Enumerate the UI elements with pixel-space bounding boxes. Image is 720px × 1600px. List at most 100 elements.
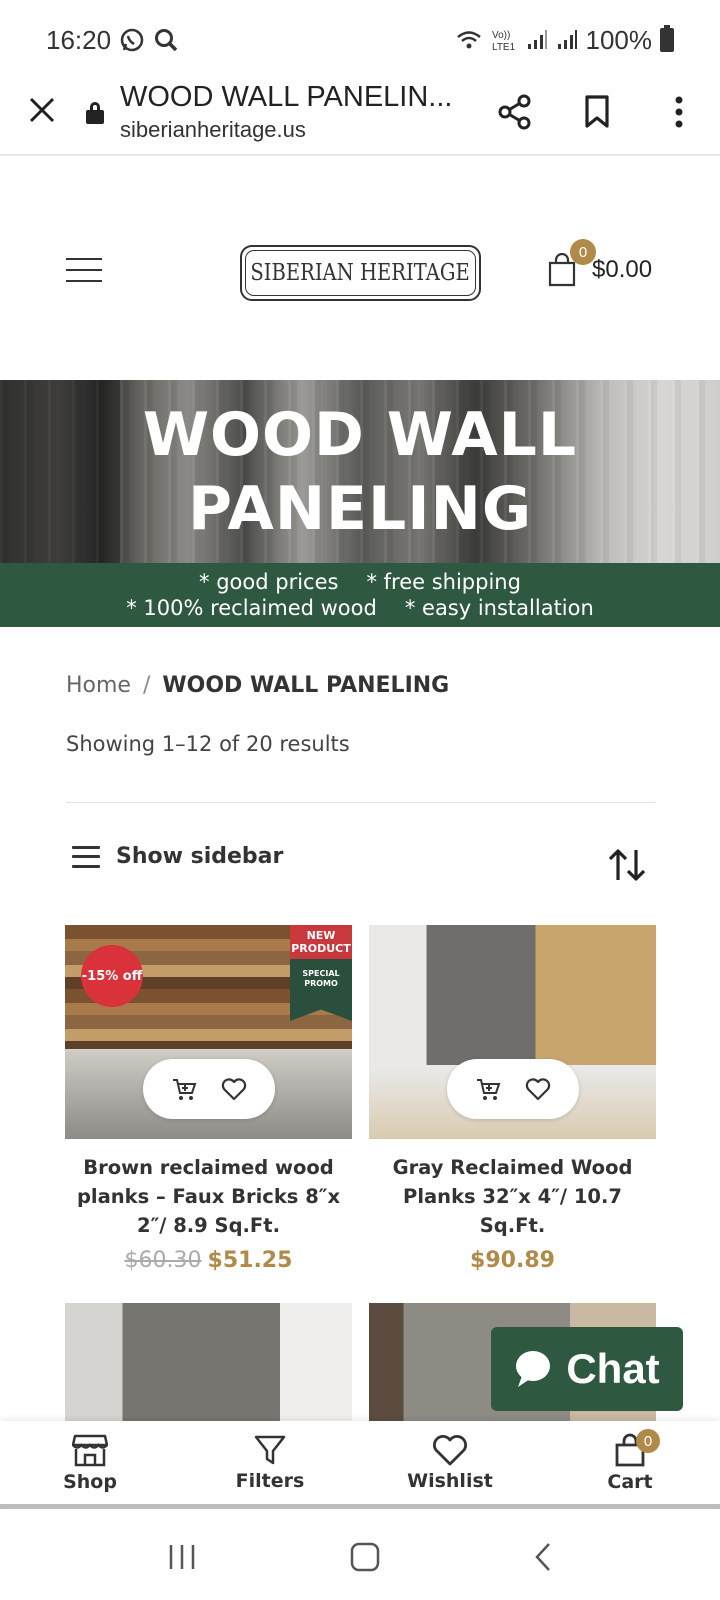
add-to-cart-icon[interactable] bbox=[475, 1076, 501, 1102]
close-tab-button[interactable] bbox=[0, 92, 84, 133]
site-header: SIBERIAN HERITAGE 0 $0.00 bbox=[0, 158, 720, 380]
bookmark-button[interactable] bbox=[556, 95, 638, 129]
feature-text: * easy installation bbox=[404, 596, 594, 620]
sort-button[interactable] bbox=[608, 848, 646, 886]
banner-title: WOOD WALL PANELING bbox=[0, 398, 720, 546]
bookmark-icon bbox=[585, 95, 609, 128]
svg-text:LTE1: LTE1 bbox=[492, 42, 516, 53]
chat-bubble-icon bbox=[516, 1351, 551, 1387]
nav-shop[interactable]: Shop bbox=[0, 1421, 180, 1504]
new-product-label: NEW PRODUCT bbox=[290, 925, 352, 959]
banner-title-line2: PANELING bbox=[187, 474, 533, 544]
url-domain: siberianheritage.us bbox=[120, 116, 306, 142]
back-icon[interactable] bbox=[533, 1542, 553, 1572]
nav-filters-label: Filters bbox=[235, 1469, 305, 1492]
features-row: * 100% reclaimed wood * easy installation bbox=[0, 595, 720, 621]
share-icon bbox=[498, 94, 531, 130]
nav-filters[interactable]: Filters bbox=[180, 1421, 360, 1504]
product-title[interactable]: Gray Reclaimed Wood Planks 32″x 4″/ 10.7… bbox=[369, 1153, 656, 1240]
battery-icon bbox=[660, 25, 674, 52]
browser-toolbar: WOOD WALL PANELIN... siberianheritage.us bbox=[0, 70, 720, 156]
special-promo-label: SPECIAL PROMO bbox=[302, 969, 340, 988]
product-price: $60.30 $51.25 bbox=[65, 1248, 352, 1273]
cart-total: $0.00 bbox=[592, 256, 653, 283]
more-vertical-icon bbox=[675, 96, 683, 128]
breadcrumb: Home / WOOD WALL PANELING bbox=[66, 673, 449, 698]
banner-title-line1: WOOD WALL bbox=[142, 400, 578, 470]
product-image[interactable] bbox=[65, 1303, 352, 1423]
chat-button[interactable]: Chat bbox=[491, 1327, 683, 1411]
old-price: $60.30 bbox=[124, 1248, 202, 1273]
product-card[interactable]: Gray Reclaimed Wood Planks 32″x 4″/ 10.7… bbox=[369, 925, 656, 1273]
site-logo[interactable]: SIBERIAN HERITAGE bbox=[240, 245, 481, 301]
discount-badge: -15% off bbox=[81, 945, 143, 1007]
nav-wishlist[interactable]: Wishlist bbox=[360, 1421, 540, 1504]
product-title[interactable]: Brown reclaimed wood planks – Faux Brick… bbox=[65, 1153, 352, 1240]
status-right: Vo)) LTE1 100% bbox=[456, 24, 674, 56]
shop-icon bbox=[72, 1434, 108, 1466]
promo-ribbon: NEW PRODUCT SPECIAL PROMO bbox=[290, 925, 352, 1021]
feature-text: * 100% reclaimed wood bbox=[126, 596, 377, 620]
filter-icon bbox=[254, 1435, 286, 1464]
feature-text: * good prices bbox=[199, 570, 339, 594]
volte-icon: Vo))LTE1 bbox=[492, 30, 516, 53]
battery-percent: 100% bbox=[585, 24, 653, 55]
search-icon bbox=[155, 29, 178, 52]
features-strip: * good prices * free shipping * 100% recl… bbox=[0, 563, 720, 627]
feature-text: * free shipping bbox=[366, 570, 521, 594]
system-navigation-bar bbox=[0, 1514, 720, 1600]
page-title: WOOD WALL PANELIN... bbox=[120, 80, 453, 113]
nav-shop-label: Shop bbox=[63, 1470, 117, 1493]
wifi-icon bbox=[456, 31, 481, 49]
menu-line bbox=[66, 280, 102, 282]
cart-count-badge: 0 bbox=[636, 1429, 660, 1453]
wishlist-heart-icon[interactable] bbox=[221, 1077, 247, 1101]
menu-button[interactable] bbox=[66, 258, 102, 282]
heart-icon bbox=[433, 1434, 467, 1465]
home-icon[interactable] bbox=[350, 1542, 380, 1572]
sort-icon bbox=[608, 849, 646, 881]
divider bbox=[66, 802, 655, 803]
share-button[interactable] bbox=[474, 94, 556, 130]
product-price: $90.89 bbox=[369, 1248, 656, 1273]
close-icon bbox=[29, 97, 55, 122]
features-row: * good prices * free shipping bbox=[0, 569, 720, 595]
status-left: 16:20 bbox=[46, 25, 179, 56]
show-sidebar-button[interactable]: Show sidebar bbox=[72, 844, 283, 869]
menu-line bbox=[66, 258, 102, 260]
signal-icon bbox=[527, 30, 547, 49]
header-cart[interactable]: 0 $0.00 bbox=[548, 239, 653, 287]
logo-text: SIBERIAN HERITAGE bbox=[250, 260, 471, 286]
breadcrumb-current: WOOD WALL PANELING bbox=[162, 673, 450, 698]
nav-cart-label: Cart bbox=[607, 1470, 653, 1493]
product-actions bbox=[143, 1059, 275, 1119]
price: $90.89 bbox=[470, 1248, 555, 1273]
status-bar: 16:20 Vo)) LTE1 100% bbox=[0, 0, 720, 80]
sidebar-menu-icon bbox=[72, 845, 100, 868]
product-image[interactable] bbox=[369, 925, 656, 1139]
status-time: 16:20 bbox=[46, 24, 112, 55]
menu-line bbox=[66, 269, 102, 271]
sale-price: $51.25 bbox=[207, 1248, 293, 1273]
more-options-button[interactable] bbox=[638, 96, 720, 128]
product-image[interactable]: -15% off NEW PRODUCT SPECIAL PROMO bbox=[65, 925, 352, 1139]
cart-count-badge: 0 bbox=[570, 239, 596, 265]
signal-icon-2 bbox=[557, 30, 577, 49]
show-sidebar-label: Show sidebar bbox=[116, 844, 284, 869]
add-to-cart-icon[interactable] bbox=[171, 1076, 197, 1102]
nav-cart[interactable]: 0 Cart bbox=[540, 1421, 720, 1504]
category-banner: WOOD WALL PANELING bbox=[0, 380, 720, 563]
recent-apps-icon[interactable] bbox=[167, 1543, 197, 1571]
bottom-navigation: Shop Filters Wishlist 0 Cart bbox=[0, 1421, 720, 1509]
breadcrumb-home-link[interactable]: Home bbox=[66, 673, 131, 698]
product-actions bbox=[447, 1059, 579, 1119]
product-card[interactable]: -15% off NEW PRODUCT SPECIAL PROMO Brown… bbox=[65, 925, 352, 1273]
lock-icon bbox=[84, 101, 106, 124]
svg-text:Vo)): Vo)) bbox=[492, 30, 510, 41]
url-bar[interactable]: WOOD WALL PANELIN... siberianheritage.us bbox=[120, 80, 474, 142]
wishlist-heart-icon[interactable] bbox=[525, 1077, 551, 1101]
breadcrumb-separator: / bbox=[142, 673, 151, 698]
chat-label: Chat bbox=[566, 1345, 660, 1392]
nav-wishlist-label: Wishlist bbox=[407, 1469, 493, 1492]
whatsapp-icon bbox=[120, 28, 144, 52]
